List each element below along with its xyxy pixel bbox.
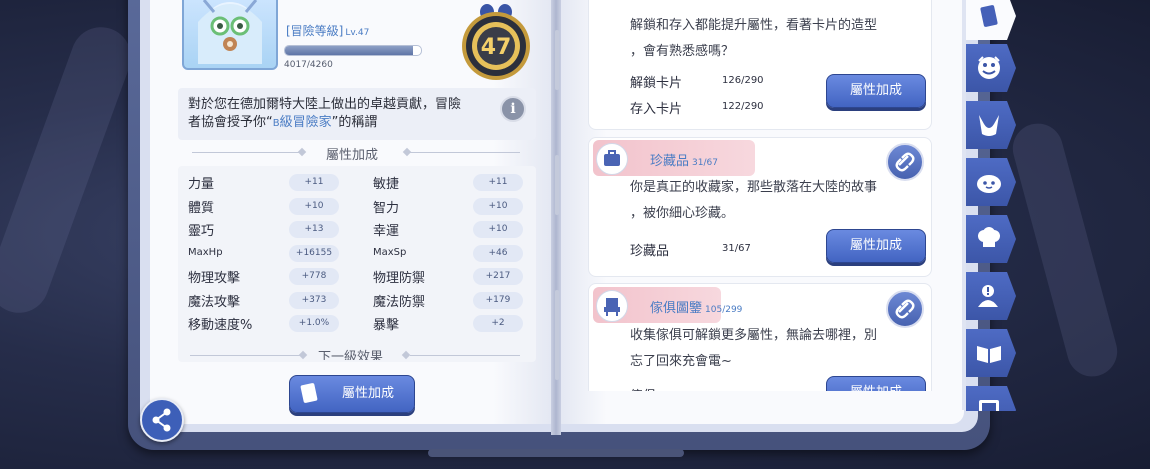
person-alert-icon [978, 285, 998, 307]
open-book-icon [977, 346, 1001, 363]
collection-row-value: 31/67 [722, 243, 751, 254]
background-decoration [0, 18, 140, 322]
furniture-attr-bonus-button[interactable]: 屬性加成 [826, 376, 926, 391]
furniture-title: 傢俱圖鑒 105/299 [650, 301, 743, 316]
left-scrollbar[interactable] [555, 30, 559, 390]
stat-name: 暴擊 [373, 318, 400, 333]
stat-name: 魔法防禦 [373, 294, 426, 310]
divider [410, 152, 520, 153]
medal-number: 47 [481, 35, 512, 60]
collection-row-label: 珍藏品 [630, 244, 670, 259]
chef-hat-icon [978, 227, 1000, 247]
stat-value: +778 [289, 268, 339, 285]
exp-progress-bar [284, 45, 422, 56]
tab-card[interactable] [966, 0, 1016, 40]
stat-value: +217 [473, 268, 523, 285]
stat-name: 魔法攻擊 [188, 294, 241, 310]
unlocked-cards-value: 126/290 [722, 75, 764, 86]
stat-name: 力量 [188, 177, 215, 192]
stat-value: +373 [289, 291, 339, 309]
link-icon [895, 152, 915, 172]
stored-cards-label: 存入卡片 [630, 102, 683, 117]
tab-pet[interactable] [966, 101, 1016, 149]
furniture-desc: 收集傢俱可解鎖更多屬性，無論去哪裡，別 忘了回來充會電~ [630, 328, 878, 369]
stat-name: 物理防禦 [373, 271, 426, 286]
share-button[interactable] [140, 398, 184, 442]
stat-value: +11 [289, 174, 339, 191]
stat-name: 移動速度% [188, 318, 253, 333]
divider [190, 355, 300, 356]
stat-value: +10 [289, 197, 339, 215]
monster-face-icon [978, 56, 1000, 79]
slime-face-icon [977, 175, 1001, 193]
stat-name: 體質 [188, 200, 215, 216]
stat-name: 智力 [373, 200, 400, 216]
stat-value: +2 [473, 315, 523, 332]
stat-name: 物理攻擊 [188, 271, 241, 286]
exp-progress-fill [285, 46, 414, 55]
tab-photo-viewport [966, 386, 1016, 411]
rank-description: 對於您在德加爾特大陸上做出的卓越貢獻，冒險 者協會授予你“B級冒險家”的稱謂 [188, 97, 462, 130]
stat-value: +10 [473, 221, 523, 238]
unlocked-cards-label: 解鎖卡片 [630, 76, 683, 91]
tab-book[interactable] [966, 329, 1016, 377]
card-album-desc: 解鎖和存入都能提升屬性，看著卡片的造型 ，會有熟悉感嗎？ [630, 18, 878, 59]
stat-value: +1.0% [289, 315, 339, 332]
tab-rail [962, 0, 966, 410]
collection-title: 珍藏品 31/67 [650, 154, 718, 169]
card-icon [300, 382, 318, 404]
tab-monster[interactable] [966, 44, 1016, 92]
background-decoration [1007, 117, 1123, 383]
tab-achievement[interactable] [966, 272, 1016, 320]
link-icon [895, 299, 915, 319]
cat-ears-icon [979, 115, 999, 136]
furniture-card-viewport: 傢俱圖鑒 105/299 收集傢俱可解鎖更多屬性，無論去哪裡，別 忘了回來充會電~ … [586, 283, 934, 391]
stat-name: 靈巧 [188, 224, 215, 239]
collection-desc: 你是真正的收藏家，那些散落在大陸的故事 ，被你細心珍藏。 [630, 180, 878, 221]
card-attr-bonus-button[interactable]: 屬性加成 [826, 74, 926, 108]
info-button[interactable]: i [500, 96, 526, 122]
stat-value: +13 [289, 221, 339, 238]
stat-value: +46 [473, 244, 523, 262]
next-level-title: 下一級效果 [318, 350, 384, 360]
tab-photo[interactable] [966, 386, 1016, 411]
attr-bonus-button[interactable]: 屬性加成 [289, 375, 415, 413]
card-icon [980, 5, 998, 27]
stat-value: +179 [473, 291, 523, 309]
stat-name: 幸運 [373, 224, 400, 239]
share-icon [152, 408, 171, 432]
attr-bonus-button-label: 屬性加成 [341, 386, 394, 401]
furniture-row-label: 傢俱 [630, 385, 656, 391]
briefcase-icon [596, 143, 628, 175]
avatar [182, 0, 278, 70]
divider [410, 355, 520, 356]
attr-section-title: 屬性加成 [326, 148, 379, 163]
collection-link-button[interactable] [886, 143, 924, 181]
book-bottom-bar [428, 449, 684, 457]
tab-npc[interactable] [966, 158, 1016, 206]
chair-icon [596, 290, 628, 322]
divider [192, 152, 302, 153]
stat-value: +11 [473, 174, 523, 191]
exp-text: 4017/4260 [284, 60, 333, 70]
stat-value: +16155 [289, 244, 339, 262]
furniture-link-button[interactable] [886, 290, 924, 328]
level-medal: 47 [459, 4, 533, 82]
stat-name: MaxHp [188, 246, 223, 258]
tab-cooking[interactable] [966, 215, 1016, 263]
stored-cards-value: 122/290 [722, 101, 764, 112]
photo-icon [979, 400, 999, 411]
stat-name: MaxSp [373, 246, 407, 258]
stat-value: +10 [473, 197, 523, 215]
adventure-rank-label: [冒險等級] Lv.47 [286, 24, 370, 38]
stat-name: 敏捷 [373, 177, 400, 192]
collection-attr-bonus-button[interactable]: 屬性加成 [826, 229, 926, 263]
